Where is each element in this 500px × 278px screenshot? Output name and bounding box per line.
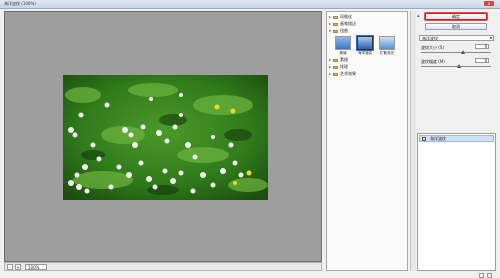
folder-icon: [333, 72, 338, 76]
category-distort[interactable]: ▾ 扭曲: [329, 28, 405, 34]
thumb-label: 海洋波纹: [358, 51, 372, 55]
folder-icon: [333, 65, 338, 69]
preview-photo: [63, 75, 268, 200]
category-label: 艺术效果: [340, 71, 356, 76]
filter-select-value: 海洋波纹: [422, 36, 438, 41]
effect-layer-label: 海洋波纹: [430, 136, 446, 141]
cancel-button[interactable]: 取消: [425, 23, 487, 30]
ripple-size-label: 波纹大小 (S): [421, 45, 444, 50]
category-texture[interactable]: ▸ 纹理: [329, 64, 405, 70]
window-title: 海洋波纹 (100%): [4, 1, 36, 6]
collapse-gallery-icon[interactable]: ▴: [417, 13, 420, 19]
category-stylize[interactable]: ▸ 风格化: [329, 14, 405, 20]
chevron-down-icon: ▼: [489, 36, 492, 40]
filter-gallery: ▸ 风格化 ▸ 画笔描边 ▾ 扭曲 玻璃 海洋波纹 扩散亮光 ▸ 素描 ▸ 纹理 ▸ 艺术效…: [326, 11, 408, 271]
effect-layers-panel: 海洋波纹: [417, 133, 496, 271]
category-label: 风格化: [340, 14, 352, 19]
category-sketch[interactable]: ▸ 素描: [329, 57, 405, 63]
status-bar: - + 100%: [4, 262, 322, 271]
category-label: 扭曲: [340, 28, 348, 33]
slider-knob[interactable]: [457, 64, 461, 68]
thumb-glass[interactable]: [335, 36, 351, 50]
thumb-label: 玻璃: [339, 51, 347, 55]
effect-layer-row[interactable]: 海洋波纹: [419, 135, 494, 142]
ripple-size-slider[interactable]: [421, 50, 491, 54]
gallery-scrollbar[interactable]: [410, 11, 416, 271]
folder-icon: [333, 22, 338, 26]
eye-icon[interactable]: [422, 137, 426, 141]
ok-button[interactable]: 确定: [424, 12, 488, 21]
folder-open-icon: [333, 29, 338, 33]
category-label: 纹理: [340, 64, 348, 69]
slider-knob[interactable]: [461, 50, 465, 54]
thumb-diffuse-glow[interactable]: [379, 36, 395, 50]
zoom-select[interactable]: 100%: [25, 264, 47, 270]
category-brush-strokes[interactable]: ▸ 画笔描边: [329, 21, 405, 27]
ripple-magnitude-slider[interactable]: [421, 64, 491, 68]
thumb-ocean-ripple[interactable]: [356, 35, 374, 51]
category-label: 画笔描边: [340, 21, 356, 26]
category-label: 素描: [340, 57, 348, 62]
filter-select[interactable]: 海洋波纹 ▼: [419, 35, 494, 41]
ripple-magnitude-label: 波纹幅度 (M): [421, 59, 445, 64]
thumb-label: 扩散亮光: [380, 51, 394, 55]
category-artistic[interactable]: ▸ 艺术效果: [329, 71, 405, 77]
folder-icon: [333, 58, 338, 62]
folder-icon: [333, 15, 338, 19]
title-bar: 海洋波纹 (100%) x: [0, 0, 500, 9]
settings-panel: ▴ 确定 取消 海洋波纹 ▼ 波纹大小 (S) 9 波纹幅度 (M) 9 海洋波…: [417, 11, 496, 278]
close-button[interactable]: x: [484, 1, 494, 6]
preview-area[interactable]: [4, 11, 322, 262]
ripple-magnitude-field[interactable]: 9: [475, 58, 489, 63]
zoom-out-button[interactable]: -: [7, 264, 13, 270]
ripple-size-field[interactable]: 9: [475, 44, 489, 49]
zoom-in-button[interactable]: +: [15, 264, 21, 270]
